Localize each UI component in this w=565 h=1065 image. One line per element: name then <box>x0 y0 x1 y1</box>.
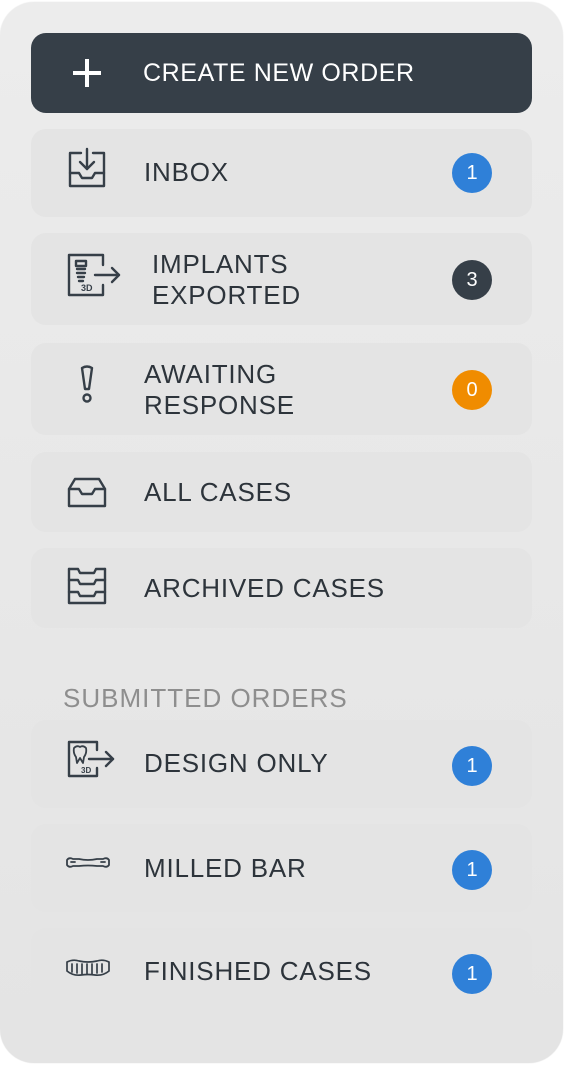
implants-exported-count-badge: 3 <box>452 260 492 300</box>
inbox-label: INBOX <box>144 157 229 187</box>
sidebar-item-design-only[interactable]: 3D DESIGN ONLY 1 <box>31 720 532 808</box>
tooth-3d-export-icon: 3D <box>65 738 117 782</box>
implants-exported-label-line1: IMPLANTS <box>152 249 289 279</box>
archived-cases-label: ARCHIVED CASES <box>144 573 385 603</box>
finished-cases-count-badge: 1 <box>452 954 492 994</box>
exclamation-icon <box>65 363 109 407</box>
sidebar-panel: CREATE NEW ORDER INBOX 1 3D IMPLANTS EXP… <box>0 2 563 1063</box>
implants-exported-label-line2: EXPORTED <box>152 280 301 310</box>
implant-3d-export-icon: 3D <box>65 251 123 297</box>
sidebar-item-implants-exported[interactable]: 3D IMPLANTS EXPORTED 3 <box>31 233 532 325</box>
sidebar-item-inbox[interactable]: INBOX 1 <box>31 129 532 217</box>
sidebar-item-awaiting-response[interactable]: AWAITING RESPONSE 0 <box>31 343 532 435</box>
milled-bar-count-badge: 1 <box>452 850 492 890</box>
archive-stack-icon <box>65 565 109 609</box>
sidebar-item-archived-cases[interactable]: ARCHIVED CASES <box>31 548 532 628</box>
design-only-label: DESIGN ONLY <box>144 748 329 778</box>
create-new-order-label: CREATE NEW ORDER <box>143 59 415 87</box>
awaiting-response-count-badge: 0 <box>452 370 492 410</box>
svg-text:3D: 3D <box>81 283 93 293</box>
milled-bar-icon <box>65 854 111 872</box>
svg-text:3D: 3D <box>81 766 91 775</box>
sidebar-item-milled-bar[interactable]: MILLED BAR 1 <box>31 824 532 912</box>
tray-icon <box>65 470 109 514</box>
submitted-orders-heading: SUBMITTED ORDERS <box>63 683 348 713</box>
all-cases-label: ALL CASES <box>144 477 292 507</box>
awaiting-response-label-line2: RESPONSE <box>144 390 295 420</box>
sidebar-item-finished-cases[interactable]: FINISHED CASES 1 <box>31 928 532 1016</box>
denture-icon <box>65 957 111 979</box>
milled-bar-label: MILLED BAR <box>144 853 307 883</box>
sidebar-item-all-cases[interactable]: ALL CASES <box>31 452 532 532</box>
create-new-order-button[interactable]: CREATE NEW ORDER <box>31 33 532 113</box>
awaiting-response-label-line1: AWAITING <box>144 359 278 389</box>
inbox-count-badge: 1 <box>452 153 492 193</box>
plus-icon <box>71 57 103 89</box>
inbox-download-icon <box>65 147 109 191</box>
finished-cases-label: FINISHED CASES <box>144 956 372 986</box>
design-only-count-badge: 1 <box>452 746 492 786</box>
